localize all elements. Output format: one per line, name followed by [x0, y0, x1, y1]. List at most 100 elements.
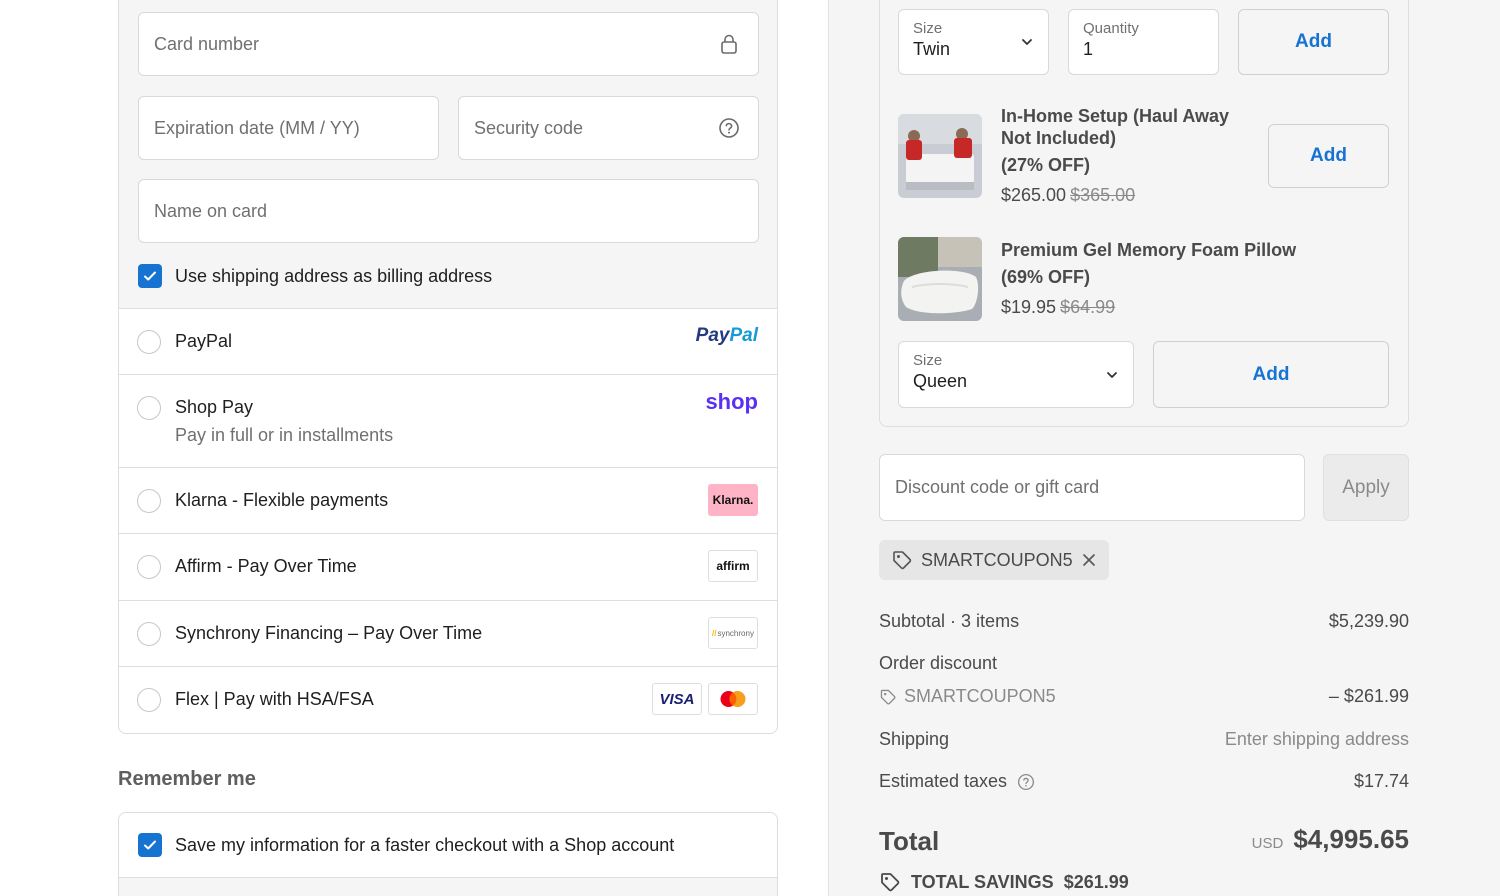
pillow-product-image: [898, 237, 982, 321]
setup-product-discount: (27% OFF): [1001, 155, 1091, 175]
add-button-pillow[interactable]: Add: [1153, 341, 1389, 408]
payment-option-paypal[interactable]: PayPal PayPal: [119, 309, 777, 375]
taxes-label: Estimated taxes: [879, 771, 1008, 791]
savings-value: $261.99: [1063, 871, 1129, 892]
discount-code-row: SMARTCOUPON5 – $261.99: [879, 686, 1409, 707]
shipping-value: Enter shipping address: [1224, 729, 1409, 749]
pillow-product-name: Premium Gel Memory Foam Pillow: [1001, 240, 1297, 260]
name-placeholder: Name on card: [154, 200, 268, 221]
remember-me-box: Save my information for a faster checkou…: [118, 812, 778, 896]
name-on-card-field[interactable]: Name on card: [138, 179, 759, 243]
size-value: Twin: [913, 39, 951, 59]
credit-card-form: Card number Expiration date (MM / YY) Se…: [118, 0, 778, 309]
checkmark-icon: [144, 271, 156, 281]
mastercard-logo: [708, 683, 758, 715]
quantity-value: 1: [1083, 39, 1094, 59]
setup-product-price: $265.00 $365.00: [1001, 185, 1135, 206]
save-info-label: Save my information for a faster checkou…: [175, 834, 675, 855]
applied-coupon-chip: SMARTCOUPON5: [879, 540, 1109, 580]
expiration-date-field[interactable]: Expiration date (MM / YY): [138, 96, 439, 160]
visa-logo: VISA: [652, 683, 702, 715]
setup-price-current: $265.00: [1001, 185, 1067, 205]
taxes-row: Estimated taxes $17.74: [879, 771, 1409, 792]
help-circle-icon[interactable]: [1017, 773, 1035, 791]
checkmark-icon: [144, 840, 156, 850]
shop-pay-logo: shop: [705, 389, 758, 414]
subtotal-row: Subtotal · 3 items $5,239.90: [879, 611, 1409, 632]
payment-option-synchrony[interactable]: Synchrony Financing – Pay Over Time //sy…: [119, 601, 777, 667]
radio-synchrony[interactable]: [137, 622, 161, 646]
discount-placeholder: Discount code or gift card: [895, 477, 1100, 497]
setup-product-image: [898, 114, 982, 198]
pillow-product-price: $19.95 $64.99: [1001, 297, 1115, 318]
shipping-label: Shipping: [879, 729, 950, 749]
payment-sub-shop-pay: Pay in full or in installments: [175, 425, 394, 445]
remember-me-title: Remember me: [118, 768, 256, 790]
chevron-down-icon: [1107, 371, 1117, 378]
payment-label-paypal: PayPal: [175, 331, 233, 351]
expiration-placeholder: Expiration date (MM / YY): [154, 117, 360, 138]
payment-option-flex[interactable]: Flex | Pay with HSA/FSA VISA: [119, 667, 777, 733]
payment-option-shop-pay[interactable]: Shop Pay Pay in full or in installments …: [119, 375, 777, 468]
taxes-value: $17.74: [1353, 771, 1409, 791]
payment-label-shop-pay: Shop Pay: [175, 397, 254, 417]
size-caption: Size: [913, 20, 943, 37]
remember-extra-section: [119, 878, 777, 896]
add-button-setup[interactable]: Add: [1268, 124, 1389, 188]
size-select-queen[interactable]: Size Queen: [898, 341, 1134, 408]
payment-option-affirm[interactable]: Affirm - Pay Over Time affirm: [119, 534, 777, 601]
subtotal-value: $5,239.90: [1328, 611, 1409, 631]
tag-icon: [880, 689, 896, 705]
size-select-twin[interactable]: Size Twin: [898, 9, 1049, 75]
save-info-option[interactable]: Save my information for a faster checkou…: [138, 833, 674, 857]
discount-code-text: SMARTCOUPON5: [904, 686, 1056, 706]
save-info-checkbox[interactable]: [138, 833, 162, 857]
help-circle-icon[interactable]: [718, 117, 740, 139]
discount-code-input[interactable]: Discount code or gift card: [879, 454, 1305, 521]
security-code-field[interactable]: Security code: [458, 96, 759, 160]
synchrony-logo-text: synchrony: [717, 628, 754, 638]
tag-icon: [893, 551, 912, 570]
payment-label-synchrony: Synchrony Financing – Pay Over Time: [175, 623, 483, 643]
radio-shop-pay[interactable]: [137, 396, 161, 420]
quantity-caption: Quantity: [1083, 20, 1139, 37]
synchrony-logo: //synchrony: [708, 617, 758, 649]
pillow-product-discount: (69% OFF): [1001, 267, 1091, 287]
billing-checkbox[interactable]: [138, 264, 162, 288]
paypal-logo: PayPal: [695, 325, 758, 346]
lock-icon: [721, 34, 737, 54]
size-value: Queen: [913, 371, 968, 391]
total-value: $4,995.65: [1293, 824, 1409, 854]
radio-klarna[interactable]: [137, 489, 161, 513]
security-placeholder: Security code: [474, 117, 584, 138]
discount-value: – $261.99: [1328, 686, 1409, 706]
close-icon[interactable]: [1081, 552, 1097, 568]
add-button-mattress[interactable]: Add: [1238, 9, 1389, 75]
radio-flex[interactable]: [137, 688, 161, 712]
total-savings: TOTAL SAVINGS $261.99: [879, 871, 1129, 893]
radio-affirm[interactable]: [137, 555, 161, 579]
card-number-placeholder: Card number: [154, 33, 260, 54]
billing-checkbox-label: Use shipping address as billing address: [175, 265, 493, 286]
chevron-down-icon: [1022, 39, 1032, 45]
payment-option-klarna[interactable]: Klarna - Flexible payments Klarna.: [119, 468, 777, 534]
affirm-logo: affirm: [708, 550, 758, 582]
billing-address-option[interactable]: Use shipping address as billing address: [138, 264, 492, 288]
subtotal-label: Subtotal · 3 items: [879, 611, 1020, 631]
order-discount-label: Order discount: [879, 653, 998, 673]
payment-label-klarna: Klarna - Flexible payments: [175, 490, 389, 510]
klarna-logo: Klarna.: [708, 484, 758, 516]
payment-label-flex: Flex | Pay with HSA/FSA: [175, 689, 374, 709]
coupon-code: SMARTCOUPON5: [921, 549, 1073, 570]
radio-paypal[interactable]: [137, 330, 161, 354]
order-discount-row: Order discount: [879, 653, 1409, 674]
quantity-field[interactable]: Quantity 1: [1068, 9, 1219, 75]
payment-label-affirm: Affirm - Pay Over Time: [175, 556, 357, 576]
total-amount: USD $4,995.65: [1252, 824, 1409, 855]
payment-method-list: PayPal PayPal Shop Pay Pay in full or in…: [118, 308, 778, 734]
shipping-row: Shipping Enter shipping address: [879, 729, 1409, 750]
total-label: Total: [879, 826, 940, 856]
tag-icon: [881, 873, 900, 892]
card-number-field[interactable]: Card number: [138, 12, 759, 76]
apply-button[interactable]: Apply: [1323, 454, 1409, 521]
